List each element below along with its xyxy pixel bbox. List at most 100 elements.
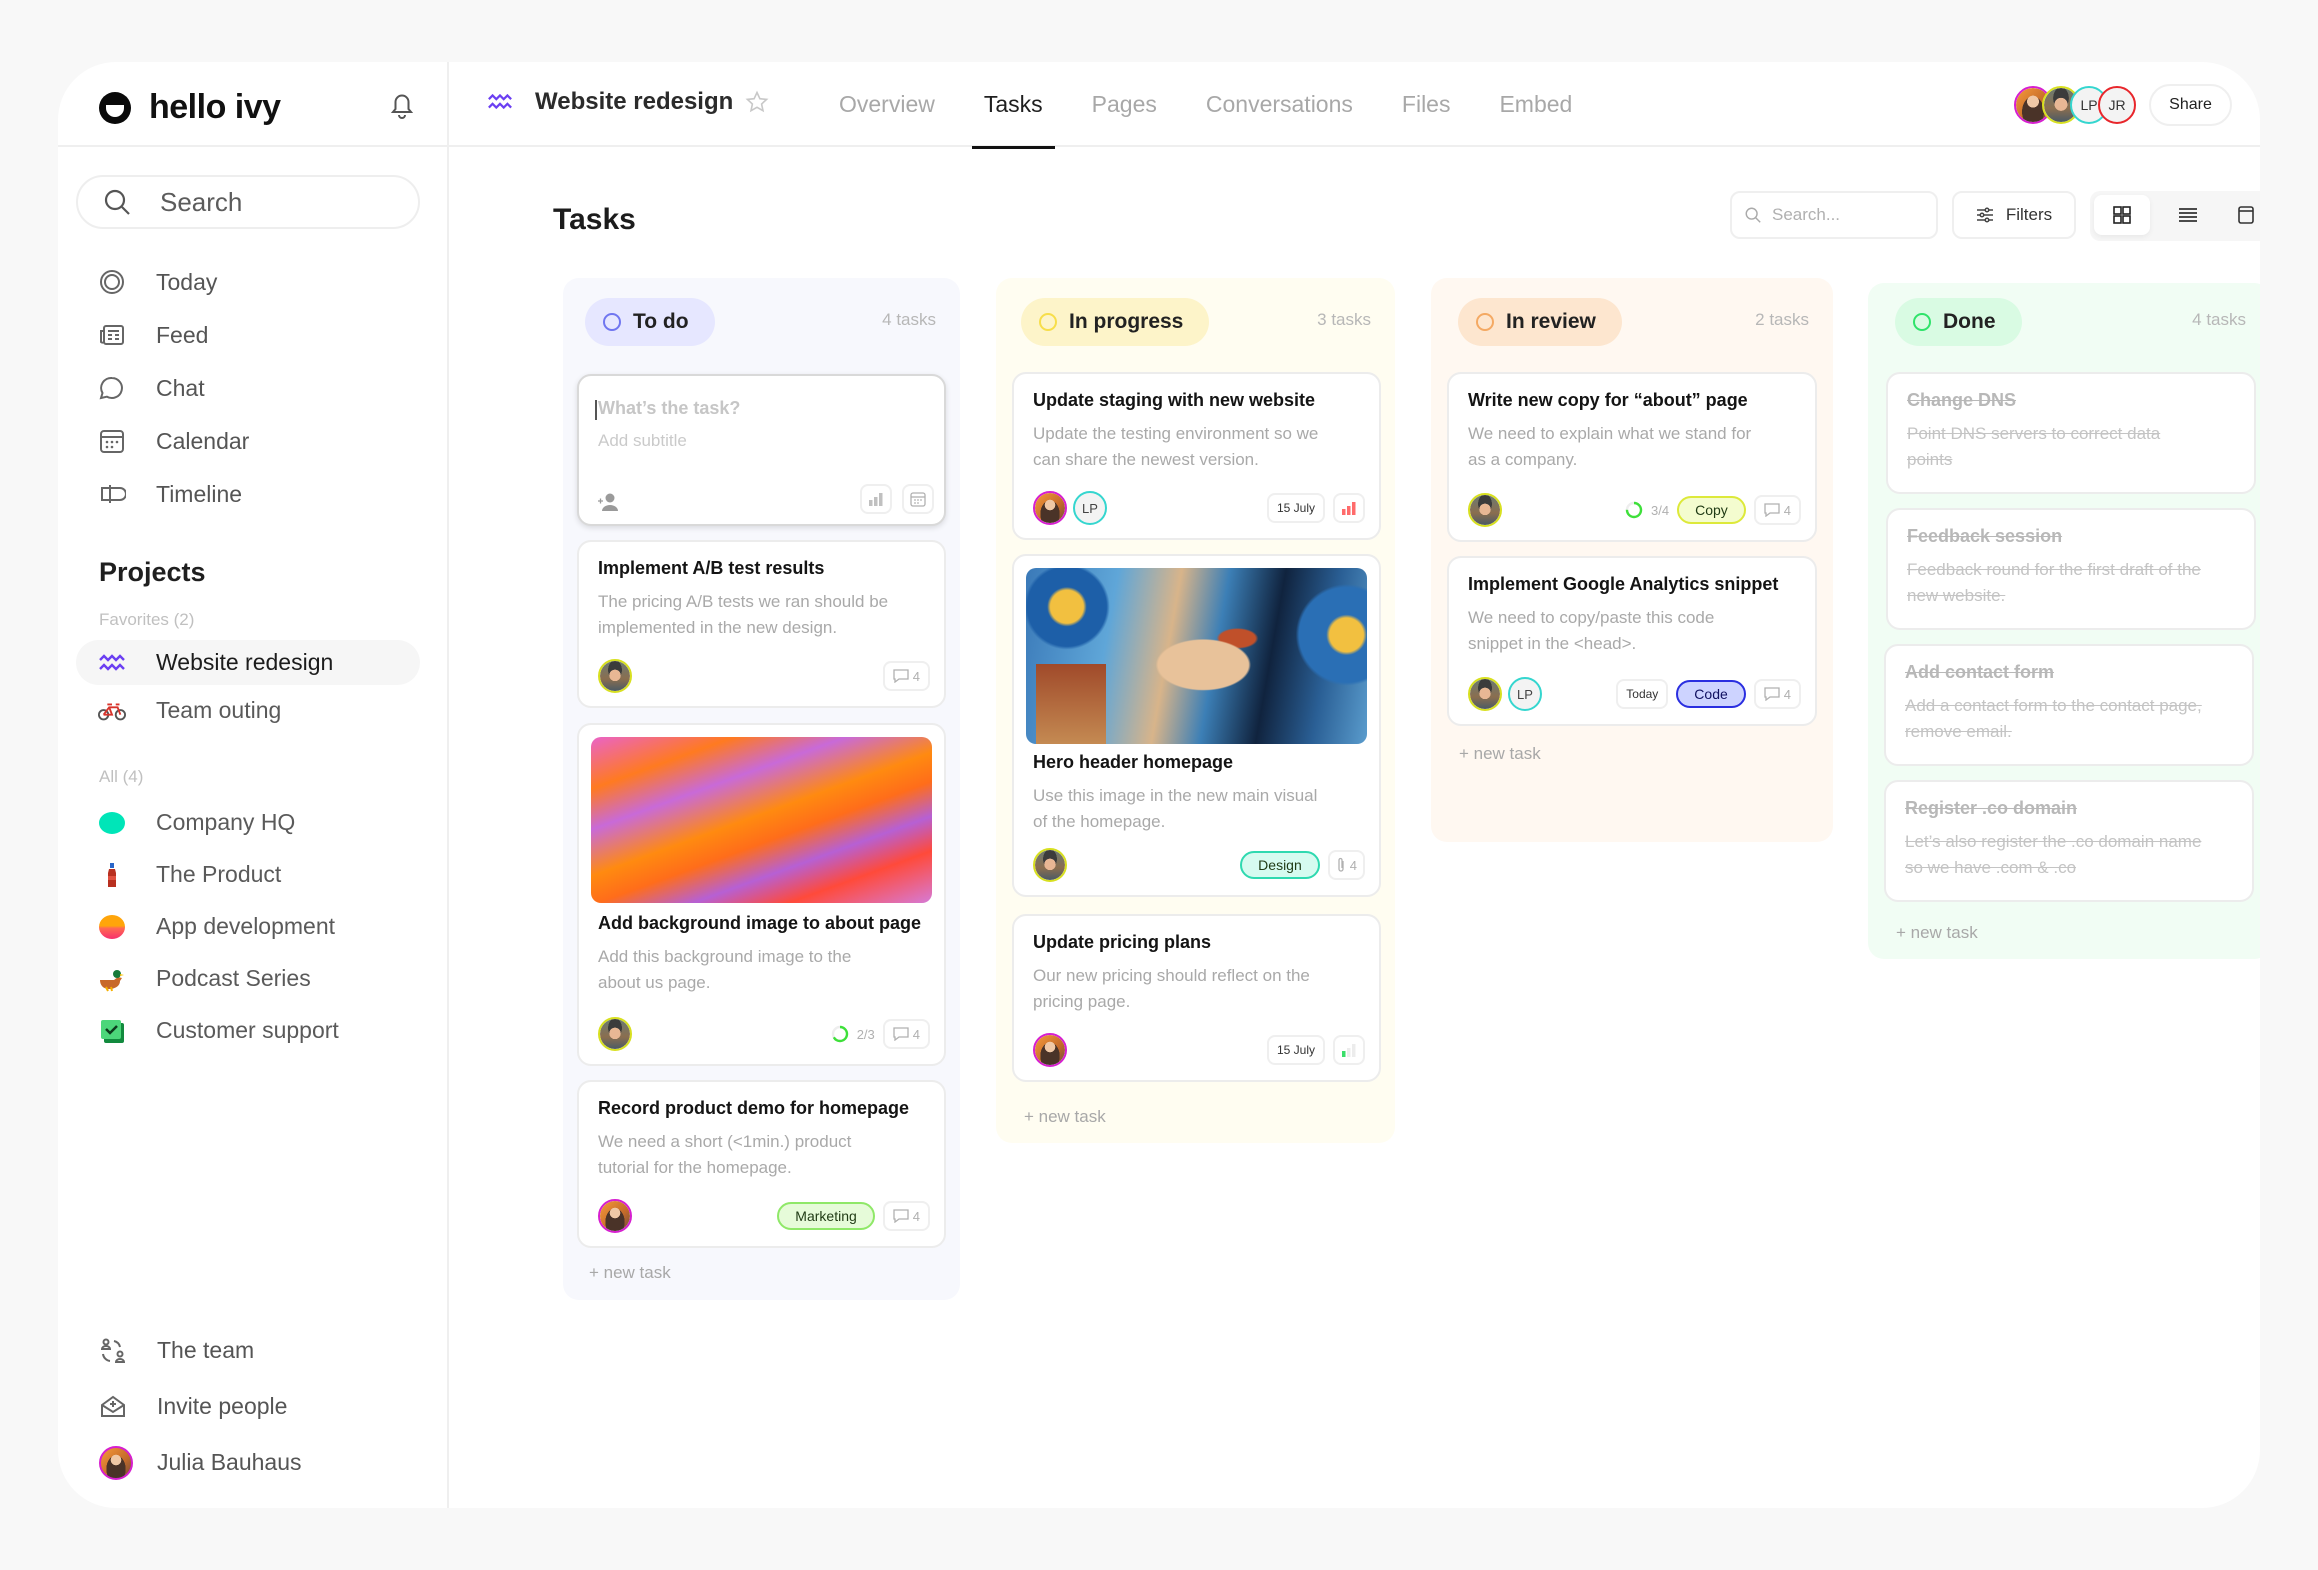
comments-count[interactable]: 4 [882, 1201, 930, 1231]
tab-overview[interactable]: Overview [839, 62, 935, 147]
assignee-avatar[interactable] [598, 1017, 632, 1051]
tag-design[interactable]: Design [1240, 851, 1320, 879]
assignee-avatar[interactable] [598, 659, 632, 693]
column-status-pill[interactable]: In progress [1021, 298, 1210, 346]
task-card[interactable]: Implement Google Analytics snippet We ne… [1447, 556, 1817, 726]
comments-count[interactable]: 4 [882, 661, 930, 691]
task-card[interactable]: Record product demo for homepage We need… [577, 1080, 946, 1248]
sidebar-item-invite-people[interactable]: Invite people [99, 1380, 302, 1433]
sidebar-item-chat[interactable]: Chat [98, 363, 249, 413]
filters-button[interactable]: Filters [1952, 191, 2076, 239]
new-task-button[interactable]: + new task [589, 1263, 671, 1283]
sidebar-item-today[interactable]: Today [98, 257, 249, 307]
task-card-done[interactable]: Add contact form Add a contact form to t… [1884, 644, 2254, 766]
brand-logo[interactable]: hello ivy [99, 88, 281, 127]
bell-icon[interactable] [389, 90, 415, 120]
column-count: 3 tasks [1317, 310, 1371, 329]
tag-code[interactable]: Code [1676, 680, 1746, 708]
task-footer: 4 [598, 658, 930, 694]
task-description: Point DNS servers to correct data points [1907, 424, 2161, 469]
column-status-pill[interactable]: In review [1458, 298, 1622, 346]
due-date-chip[interactable]: 15 July [1266, 493, 1325, 523]
list-icon [2179, 208, 2197, 222]
column-status-pill[interactable]: To do [585, 298, 715, 346]
due-date-button[interactable] [902, 484, 934, 514]
project-customer-support[interactable]: Customer support [76, 1006, 420, 1055]
task-title: Add contact form [1905, 662, 2055, 682]
text-cursor [595, 400, 597, 420]
sidebar-item-feed[interactable]: Feed [98, 310, 249, 360]
tab-conversations[interactable]: Conversations [1206, 62, 1353, 147]
project-team-outing[interactable]: Team outing [76, 688, 420, 733]
grid-view-button[interactable] [2094, 195, 2150, 235]
invite-envelope-icon [101, 1395, 125, 1417]
project-website-redesign[interactable]: Website redesign [76, 640, 420, 685]
task-cover-image[interactable] [1026, 568, 1367, 744]
new-task-button[interactable]: + new task [1024, 1107, 1106, 1127]
assignee-avatar[interactable] [1033, 491, 1067, 525]
task-card[interactable]: Update pricing plans Our new pricing sho… [1012, 914, 1381, 1082]
project-company-hq[interactable]: Company HQ [76, 798, 420, 847]
task-card-done[interactable]: Change DNS Point DNS servers to correct … [1886, 372, 2256, 494]
task-title-input[interactable]: What’s the task? [598, 398, 740, 419]
tag-copy[interactable]: Copy [1677, 496, 1746, 524]
list-view-button[interactable] [2160, 195, 2216, 235]
sidebar-search[interactable]: Search [76, 175, 420, 229]
priority-chip[interactable] [1333, 493, 1365, 523]
member-avatars[interactable]: LP JR [2014, 86, 2136, 124]
comments-count[interactable]: 4 [1753, 679, 1801, 709]
task-title: Implement Google Analytics snippet [1468, 574, 1779, 594]
due-date-chip[interactable]: 15 July [1266, 1035, 1325, 1065]
tab-pages[interactable]: Pages [1092, 62, 1157, 147]
priority-chip[interactable] [1333, 1035, 1365, 1065]
project-the-product[interactable]: The Product [76, 850, 420, 899]
check-box-icon [101, 1019, 124, 1043]
tag-marketing[interactable]: Marketing [777, 1202, 875, 1230]
assignee-avatar[interactable]: LP [1508, 677, 1542, 711]
assignee-avatar[interactable] [1033, 848, 1067, 882]
new-task-button[interactable]: + new task [1459, 744, 1541, 764]
tab-tasks[interactable]: Tasks [971, 62, 1055, 149]
assignee-avatar[interactable] [1033, 1033, 1067, 1067]
due-date-chip[interactable]: Today [1616, 679, 1669, 709]
comments-count[interactable]: 4 [882, 1019, 930, 1049]
share-button[interactable]: Share [2149, 84, 2232, 126]
task-card[interactable]: Implement A/B test results The pricing A… [577, 540, 946, 708]
attachments-count[interactable]: 4 [1327, 850, 1365, 880]
sidebar-search-placeholder: Search [160, 186, 243, 217]
task-subtitle-input[interactable]: Add subtitle [598, 428, 898, 454]
task-card[interactable]: Write new copy for “about” page We need … [1447, 372, 1817, 542]
assignee-avatar[interactable] [1468, 677, 1502, 711]
assignee-avatar[interactable] [598, 1199, 632, 1233]
page-title: Tasks [553, 203, 636, 236]
sidebar-item-calendar[interactable]: Calendar [98, 416, 249, 466]
task-card-done[interactable]: Feedback session Feedback round for the … [1886, 508, 2256, 630]
user-avatar [99, 1445, 133, 1480]
task-card-done[interactable]: Register .co domain Let’s also register … [1884, 780, 2254, 902]
task-search-input[interactable]: Search... [1730, 191, 1938, 239]
calendar-view-button[interactable] [2218, 195, 2260, 235]
task-cover-image[interactable] [591, 737, 932, 903]
user-profile[interactable]: Julia Bauhaus [99, 1436, 302, 1489]
status-ring-icon [1039, 313, 1057, 331]
column-status-pill[interactable]: Done [1895, 298, 2022, 346]
add-assignee-icon[interactable] [597, 492, 619, 512]
priority-button[interactable] [860, 484, 892, 514]
sidebar-item-label: The team [157, 1337, 255, 1363]
comments-count[interactable]: 4 [1753, 495, 1801, 525]
member-avatar: JR [2098, 86, 2136, 124]
task-card[interactable]: Hero header homepage Use this image in t… [1012, 554, 1381, 897]
tab-files[interactable]: Files [1402, 62, 1451, 147]
column-name: Done [1943, 310, 1996, 333]
assignee-avatar[interactable] [1468, 493, 1502, 527]
assignee-avatar[interactable]: LP [1073, 491, 1107, 525]
star-icon[interactable] [745, 90, 769, 114]
task-card[interactable]: Update staging with new website Update t… [1012, 372, 1381, 540]
new-task-button[interactable]: + new task [1896, 923, 1978, 943]
project-podcast-series[interactable]: Podcast Series [76, 954, 420, 1003]
sidebar-item-timeline[interactable]: Timeline [98, 469, 249, 519]
task-card[interactable]: Add background image to about page Add t… [577, 723, 946, 1066]
project-app-development[interactable]: App development [76, 902, 420, 951]
tab-embed[interactable]: Embed [1499, 62, 1572, 147]
sidebar-item-the-team[interactable]: The team [99, 1324, 302, 1377]
